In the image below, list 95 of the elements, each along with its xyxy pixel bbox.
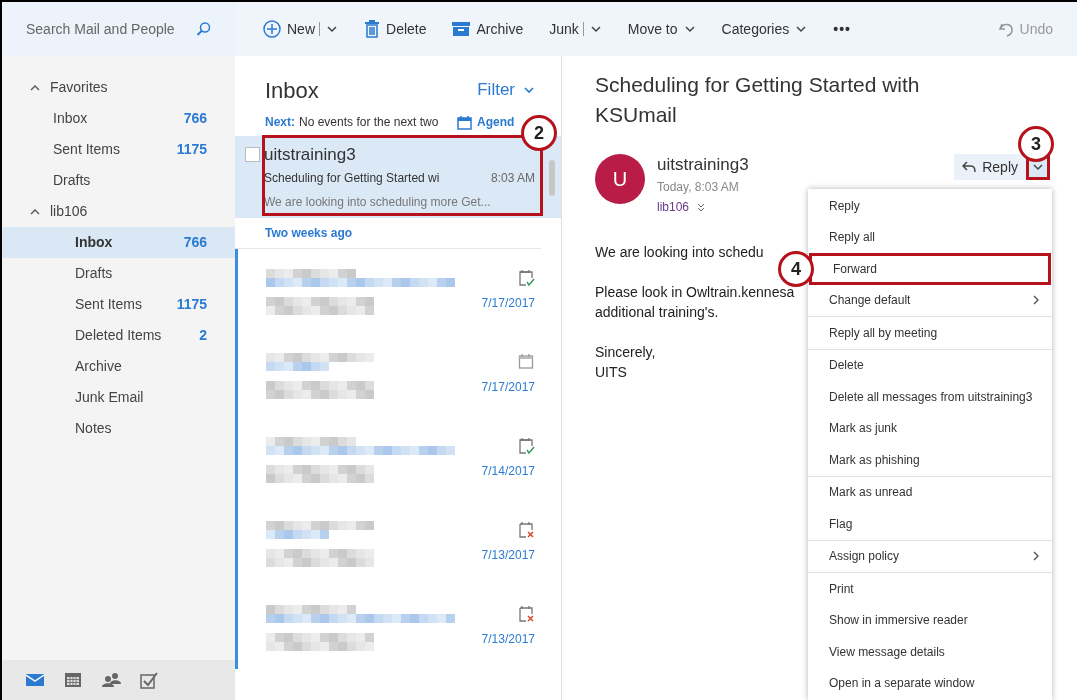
menu-item[interactable]: Open in a separate window	[808, 667, 1052, 699]
menu-item[interactable]: Mark as phishing	[808, 444, 1052, 476]
next-label: Next:	[265, 114, 295, 131]
folder-section-header[interactable]: Favorites	[2, 72, 235, 103]
menu-item[interactable]: View message details	[808, 636, 1052, 668]
email-subject: Scheduling for Getting Started with KSUmail	[595, 72, 921, 128]
plus-icon	[263, 20, 281, 38]
body-text-line: UITS	[595, 363, 627, 382]
chevron-down-icon	[589, 23, 602, 35]
sender-name: uitstraining3	[264, 144, 357, 166]
message-item[interactable]: 7/17/2017	[235, 333, 561, 417]
toolbar-button[interactable]: Categories	[721, 18, 808, 40]
chevron-down-icon	[1032, 161, 1044, 173]
calendar-check-icon	[518, 437, 535, 454]
message-date: 7/17/2017	[481, 379, 535, 396]
chevron-right-icon	[1032, 295, 1040, 306]
calendar-icon	[457, 114, 472, 130]
chevron-down-icon	[523, 84, 535, 96]
menu-item[interactable]: Delete all messages from uitstraining3	[808, 381, 1052, 413]
reply-button[interactable]: Reply	[954, 154, 1026, 180]
message-time: 8:03 AM	[490, 170, 535, 187]
menu-item[interactable]: Mark as unread	[808, 476, 1052, 508]
chevron-down-icon	[326, 23, 338, 35]
body-text-line: Sincerely,	[595, 343, 656, 362]
folder-title: Inbox	[265, 76, 319, 105]
trash-icon	[364, 20, 380, 38]
menu-item[interactable]: Flag	[808, 508, 1052, 540]
undo-icon	[997, 21, 1014, 37]
menu-item[interactable]: Mark as junk	[808, 412, 1052, 444]
message-subject: Scheduling for Getting Started wi	[264, 170, 440, 187]
message-item[interactable]: 7/13/2017	[235, 501, 561, 585]
calendar-cross-icon	[518, 521, 535, 538]
callout-number: 3	[1018, 126, 1054, 162]
sender-name: uitstraining3	[657, 154, 750, 176]
message-item[interactable]: 7/13/2017	[235, 585, 561, 669]
archive-icon	[452, 21, 471, 37]
callout-number: 4	[778, 251, 814, 287]
recipient-name: lib106	[657, 199, 690, 216]
double-chevron-down-icon	[697, 202, 706, 212]
menu-item[interactable]: Reply all	[808, 221, 1052, 253]
folder-item[interactable]: Deleted Items 2	[2, 320, 235, 351]
menu-item[interactable]: Change default	[808, 284, 1052, 316]
next-events-text: No events for the next two	[299, 114, 440, 131]
chevron-right-icon	[1032, 551, 1040, 562]
checkbox[interactable]	[245, 147, 260, 162]
body-text-line: We are looking into schedu	[595, 243, 764, 262]
toolbar-button[interactable]: Archive	[452, 18, 524, 40]
sent-date: Today, 8:03 AM	[657, 179, 740, 196]
body-text-line: additional training's.	[595, 303, 719, 322]
folder-item[interactable]: Sent Items 1175	[2, 134, 235, 165]
menu-item[interactable]: Print	[808, 573, 1052, 605]
toolbar-button[interactable]: Junk	[549, 18, 602, 40]
message-date: 7/13/2017	[481, 631, 535, 648]
calendar-cross-icon	[518, 605, 535, 622]
reply-arrow-icon	[962, 161, 977, 173]
toolbar-button[interactable]: Delete	[364, 18, 427, 40]
message-date: 7/17/2017	[481, 295, 535, 312]
calendar-check-icon	[518, 269, 535, 286]
menu-item[interactable]: Assign policy	[808, 540, 1052, 572]
mail-icon[interactable]	[26, 671, 45, 689]
agenda-button[interactable]: Agend	[457, 113, 515, 131]
checkbox-task-icon[interactable]	[140, 671, 159, 689]
menu-item[interactable]: Show in immersive reader	[808, 604, 1052, 636]
message-item[interactable]: 7/17/2017	[235, 249, 561, 333]
folder-item[interactable]: Notes	[2, 413, 235, 444]
chevron-down-icon	[795, 23, 808, 35]
message-date: 7/14/2017	[481, 463, 535, 480]
chevron-down-icon	[683, 23, 696, 35]
folder-item[interactable]: Drafts	[2, 165, 235, 196]
filter-button[interactable]: Filter	[477, 77, 535, 103]
folder-item[interactable]: Drafts	[2, 258, 235, 289]
folder-item[interactable]: Inbox 766	[2, 103, 235, 134]
search-field[interactable]: Search Mail and People	[26, 18, 196, 40]
menu-item[interactable]: Reply all by meeting	[808, 317, 1052, 349]
folder-section-header[interactable]: lib106	[2, 196, 235, 227]
callout-number: 2	[521, 115, 557, 151]
calendar-icon[interactable]	[64, 671, 83, 689]
toolbar-button[interactable]: Move to	[627, 18, 696, 40]
menu-item[interactable]: Forward	[809, 253, 1051, 285]
people-icon[interactable]	[102, 671, 121, 689]
folder-item[interactable]: Sent Items 1175	[2, 289, 235, 320]
folder-item[interactable]: Archive	[2, 351, 235, 382]
toolbar-button[interactable]: New	[263, 18, 338, 40]
scrollbar-thumb[interactable]	[549, 160, 555, 196]
message-preview: We are looking into scheduling more Get...	[264, 194, 492, 211]
group-header: Two weeks ago	[235, 218, 541, 249]
folder-item[interactable]: Junk Email	[2, 382, 235, 413]
message-date: 7/13/2017	[481, 547, 535, 564]
folder-item[interactable]: Inbox 766	[2, 227, 235, 258]
avatar: U	[595, 154, 645, 204]
toolbar-button[interactable]: •••	[833, 18, 851, 40]
message-item[interactable]: 7/14/2017	[235, 417, 561, 501]
menu-item[interactable]: Reply	[808, 190, 1052, 222]
calendar-icon	[518, 353, 535, 370]
menu-item[interactable]: Delete	[808, 349, 1052, 381]
